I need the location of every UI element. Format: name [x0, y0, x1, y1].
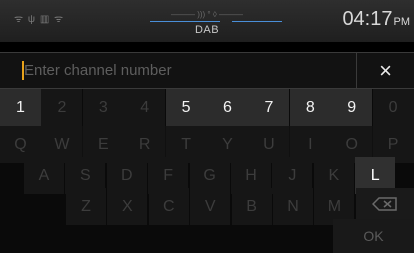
clear-button[interactable]: ×	[356, 53, 414, 88]
key-z[interactable]: Z	[66, 188, 106, 225]
key-2[interactable]: 2	[41, 89, 83, 126]
key-8[interactable]: 8	[289, 89, 331, 126]
ok-button[interactable]: OK	[333, 219, 414, 253]
key-x[interactable]: X	[107, 188, 148, 225]
key-5[interactable]: 5	[165, 89, 207, 126]
key-v[interactable]: V	[190, 188, 231, 225]
key-6[interactable]: 6	[207, 89, 248, 126]
key-1[interactable]: 1	[0, 89, 41, 126]
clock-ampm: PM	[393, 16, 411, 28]
key-9[interactable]: 9	[331, 89, 373, 126]
source-accent-line-right	[232, 21, 282, 22]
clock: 04:17PM	[342, 8, 410, 31]
on-screen-keyboard: 1234567890 QWERTYUIOP ASDFGHJKL ZXCVBNM …	[0, 89, 414, 253]
close-icon: ×	[379, 57, 392, 83]
status-bar: ᯤ ψ ▥ ᯤ ——— ))) ° ◊ ——— DAB 04:17PM	[0, 0, 414, 42]
key-7[interactable]: 7	[248, 89, 290, 126]
backspace-icon	[372, 196, 397, 211]
clock-time: 04:17	[342, 8, 393, 30]
key-4[interactable]: 4	[124, 89, 166, 126]
key-n[interactable]: N	[273, 188, 313, 225]
key-c[interactable]: C	[148, 188, 189, 225]
channel-input-row: ×	[0, 52, 414, 89]
source-accent-line-left	[150, 21, 220, 22]
channel-number-input[interactable]	[14, 53, 362, 88]
backspace-button[interactable]	[356, 188, 414, 219]
key-a[interactable]: A	[24, 157, 64, 194]
key-3[interactable]: 3	[82, 89, 124, 126]
key-b[interactable]: B	[231, 188, 272, 225]
key-0[interactable]: 0	[372, 89, 414, 126]
